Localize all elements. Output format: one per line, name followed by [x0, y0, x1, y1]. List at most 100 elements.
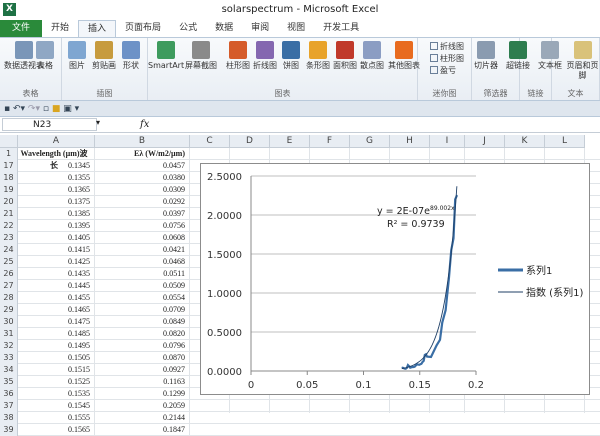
- row-header[interactable]: 39: [0, 424, 18, 436]
- insert-function-icon[interactable]: fx: [140, 117, 149, 133]
- sparkline-2[interactable]: 盈亏: [430, 65, 456, 76]
- cell-b[interactable]: 0.0927: [95, 364, 190, 376]
- cell-b[interactable]: 0.0820: [95, 328, 190, 340]
- cell-b[interactable]: 0.0309: [95, 184, 190, 196]
- ribbon-button-15[interactable]: 超链接: [506, 41, 530, 71]
- cell-b[interactable]: 0.0457: [95, 160, 190, 172]
- row-header[interactable]: 30: [0, 316, 18, 328]
- cell-b[interactable]: 0.0849: [95, 316, 190, 328]
- row-header[interactable]: 31: [0, 328, 18, 340]
- ribbon-button-5[interactable]: SmartArt: [148, 41, 184, 71]
- row-header[interactable]: 1: [0, 148, 18, 160]
- row-header[interactable]: 24: [0, 244, 18, 256]
- cell-a[interactable]: 0.1455: [18, 292, 95, 304]
- name-box[interactable]: N23: [2, 118, 97, 131]
- cell-a[interactable]: 0.1535: [18, 388, 95, 400]
- row-header[interactable]: 34: [0, 364, 18, 376]
- cell-a[interactable]: 0.1495: [18, 340, 95, 352]
- cell-a[interactable]: Wavelength (µm)波长: [18, 148, 95, 170]
- cell-b[interactable]: 0.1847: [95, 424, 190, 436]
- cell-b[interactable]: 0.0608: [95, 232, 190, 244]
- cell-a[interactable]: 0.1355: [18, 172, 95, 184]
- row-header[interactable]: 32: [0, 340, 18, 352]
- ribbon-button-11[interactable]: 面积图: [333, 41, 357, 71]
- ribbon-button-3[interactable]: 剪贴画: [92, 41, 116, 71]
- row-header[interactable]: 17: [0, 160, 18, 172]
- ribbon-button-17[interactable]: 页眉和页脚: [565, 41, 600, 81]
- cell-b[interactable]: 0.0292: [95, 196, 190, 208]
- customize-qat-icon[interactable]: ▾: [75, 104, 80, 114]
- column-header-A[interactable]: A: [18, 135, 95, 148]
- row-header[interactable]: 20: [0, 196, 18, 208]
- cell-a[interactable]: 0.1345: [18, 160, 95, 172]
- cell-b[interactable]: 0.1163: [95, 376, 190, 388]
- save-icon[interactable]: ▪: [4, 104, 10, 114]
- cell-b[interactable]: 0.0709: [95, 304, 190, 316]
- cell-b[interactable]: 0.1299: [95, 388, 190, 400]
- ribbon-button-12[interactable]: 散点图: [360, 41, 384, 71]
- column-header-E[interactable]: E: [270, 135, 310, 148]
- tab-6[interactable]: 审阅: [242, 20, 278, 37]
- row-header[interactable]: 28: [0, 292, 18, 304]
- row-header[interactable]: 21: [0, 208, 18, 220]
- cell-b[interactable]: Eλ (W/m2/µm): [95, 148, 190, 160]
- tab-0[interactable]: 文件: [0, 20, 43, 37]
- legend-label-trendline[interactable]: 指数 (系列1): [526, 286, 583, 299]
- cell-a[interactable]: 0.1545: [18, 400, 95, 412]
- chart[interactable]: 0.0000 0.5000 1.0000 1.5000 2.0000 2.5000 0 0.0…: [200, 163, 590, 395]
- cell-a[interactable]: 0.1515: [18, 364, 95, 376]
- column-header-I[interactable]: I: [430, 135, 465, 148]
- redo-icon[interactable]: ↷▾: [28, 104, 40, 114]
- cell-b[interactable]: 0.0509: [95, 280, 190, 292]
- ribbon-button-9[interactable]: 饼图: [282, 41, 300, 71]
- row-header[interactable]: 18: [0, 172, 18, 184]
- tab-3[interactable]: 页面布局: [116, 20, 170, 37]
- ribbon-button-13[interactable]: 其他图表: [388, 41, 420, 71]
- row-header[interactable]: 22: [0, 220, 18, 232]
- cell-a[interactable]: 0.1485: [18, 328, 95, 340]
- column-header-D[interactable]: D: [230, 135, 270, 148]
- tab-4[interactable]: 公式: [170, 20, 206, 37]
- undo-icon[interactable]: ↶▾: [13, 104, 25, 114]
- row-header[interactable]: 25: [0, 256, 18, 268]
- cell-a[interactable]: 0.1395: [18, 220, 95, 232]
- legend-label-series1[interactable]: 系列1: [526, 264, 552, 277]
- cell-a[interactable]: 0.1465: [18, 304, 95, 316]
- sparkline-0[interactable]: 折线图: [430, 41, 464, 52]
- cell-a[interactable]: 0.1375: [18, 196, 95, 208]
- sparkline-1[interactable]: 柱形图: [430, 53, 464, 64]
- column-header-G[interactable]: G: [350, 135, 390, 148]
- column-header-H[interactable]: H: [390, 135, 430, 148]
- cell-a[interactable]: 0.1405: [18, 232, 95, 244]
- cell-b[interactable]: 0.0870: [95, 352, 190, 364]
- tab-7[interactable]: 视图: [278, 20, 314, 37]
- column-header-B[interactable]: B: [95, 135, 190, 148]
- ribbon-button-8[interactable]: 折线图: [253, 41, 277, 71]
- tab-5[interactable]: 数据: [206, 20, 242, 37]
- row-header[interactable]: 37: [0, 400, 18, 412]
- cell-a[interactable]: 0.1555: [18, 412, 95, 424]
- cell-a[interactable]: 0.1505: [18, 352, 95, 364]
- cell-a[interactable]: 0.1565: [18, 424, 95, 436]
- cell-b[interactable]: 0.0511: [95, 268, 190, 280]
- cell-a[interactable]: 0.1435: [18, 268, 95, 280]
- ribbon-button-10[interactable]: 条形图: [306, 41, 330, 71]
- cell-a[interactable]: 0.1525: [18, 376, 95, 388]
- cell-b[interactable]: 0.0796: [95, 340, 190, 352]
- row-header[interactable]: 35: [0, 376, 18, 388]
- ribbon-button-14[interactable]: 切片器: [474, 41, 498, 71]
- row-header[interactable]: 27: [0, 280, 18, 292]
- cell-a[interactable]: 0.1365: [18, 184, 95, 196]
- column-header-J[interactable]: J: [465, 135, 505, 148]
- cell-b[interactable]: 0.0421: [95, 244, 190, 256]
- tab-8[interactable]: 开发工具: [314, 20, 368, 37]
- cell-b[interactable]: 0.0756: [95, 220, 190, 232]
- select-all[interactable]: [0, 135, 18, 148]
- column-header-K[interactable]: K: [505, 135, 545, 148]
- ribbon-button-4[interactable]: 形状: [122, 41, 140, 71]
- column-header-C[interactable]: C: [190, 135, 230, 148]
- ribbon-button-1[interactable]: 表格: [36, 41, 54, 71]
- cell-b[interactable]: 0.2059: [95, 400, 190, 412]
- ribbon-button-6[interactable]: 屏幕截图: [185, 41, 217, 71]
- new-icon[interactable]: ▫: [43, 104, 49, 114]
